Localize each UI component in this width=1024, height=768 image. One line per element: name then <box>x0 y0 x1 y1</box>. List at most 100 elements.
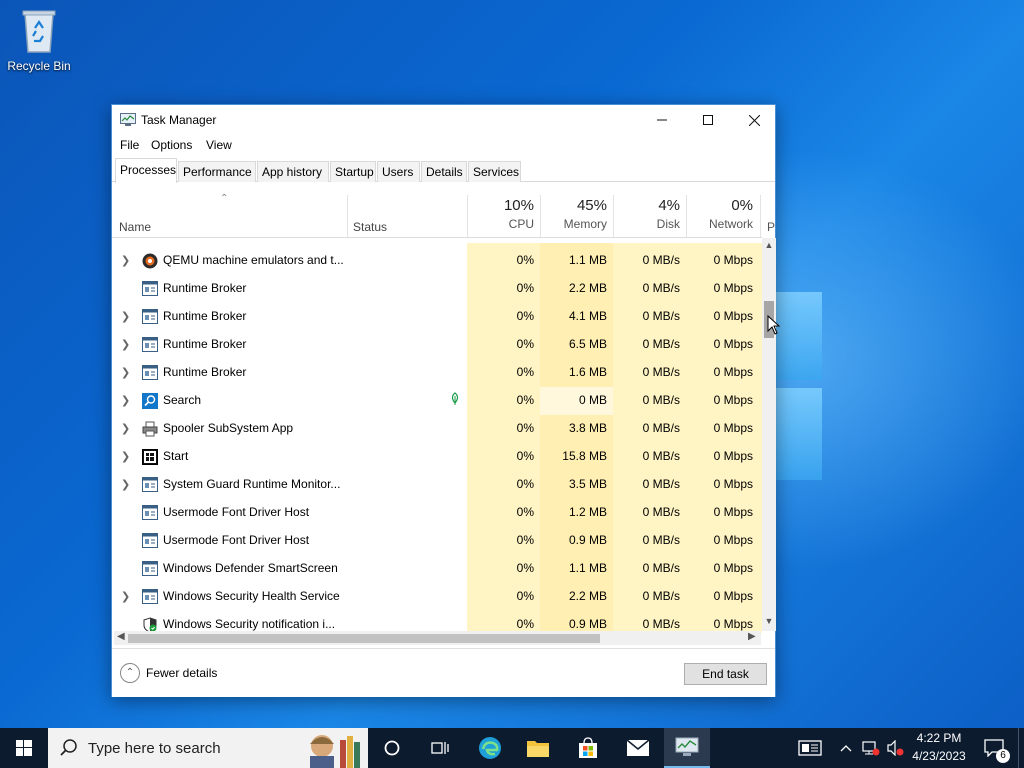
column-network[interactable]: 0% Network <box>687 197 753 231</box>
table-row[interactable]: ❯ Spooler SubSystem App 0% 3.8 MB 0 MB/s 0 Mb… <box>112 415 762 443</box>
table-row[interactable]: ❯ Windows Security Health Service 0% 2.2 MB… <box>112 583 762 611</box>
column-disk[interactable]: 4% Disk <box>614 197 680 231</box>
cpu-cell: 0% <box>516 281 534 295</box>
volume-tray-button[interactable] <box>884 728 906 768</box>
expand-chevron-icon[interactable]: ❯ <box>121 450 130 463</box>
search-icon <box>60 739 77 756</box>
expand-chevron-icon[interactable]: ❯ <box>121 590 130 603</box>
file-explorer-button[interactable] <box>516 728 560 768</box>
app-window-icon <box>142 533 158 548</box>
table-row[interactable]: Windows Security notification i... 0% 0.9 … <box>112 611 762 633</box>
app-window-icon <box>142 337 158 352</box>
table-row[interactable]: ❯ Runtime Broker 0% 1.6 MB 0 MB/s 0 Mbps <box>112 359 762 387</box>
expand-chevron-icon[interactable]: ❯ <box>121 422 130 435</box>
scroll-down-icon[interactable]: ▼ <box>762 616 776 632</box>
sort-up-icon[interactable]: ⌃ <box>220 193 228 204</box>
expand-chevron-icon[interactable]: ❯ <box>121 366 130 379</box>
expand-chevron-icon[interactable]: ❯ <box>121 254 130 267</box>
tab-app-history[interactable]: App history <box>257 161 329 182</box>
memory-cell: 1.2 MB <box>568 505 607 519</box>
memory-cell: 6.5 MB <box>568 337 607 351</box>
column-cpu[interactable]: 10% CPU <box>468 197 534 231</box>
process-name: Usermode Font Driver Host <box>163 505 310 519</box>
menu-options[interactable]: Options <box>151 138 192 152</box>
app-window-icon <box>142 589 158 604</box>
column-power-truncated[interactable]: P <box>767 220 775 234</box>
network-cell: 0 Mbps <box>713 337 753 351</box>
expand-chevron-icon[interactable]: ❯ <box>121 310 130 323</box>
table-row[interactable]: Usermode Font Driver Host 0% 0.9 MB 0 MB/s 0… <box>112 527 762 555</box>
clock-button[interactable]: 4:22 PM 4/23/2023 <box>908 731 970 763</box>
table-row[interactable]: ❯ Runtime Broker 0% 4.1 MB 0 MB/s 0 Mbps <box>112 303 762 331</box>
tab-services[interactable]: Services <box>468 161 521 182</box>
tab-startup[interactable]: Startup <box>330 161 376 182</box>
memory-label: Memory <box>563 217 607 231</box>
task-view-button[interactable] <box>418 728 462 768</box>
tab-details[interactable]: Details <box>421 161 467 182</box>
minimize-button[interactable] <box>639 105 685 135</box>
table-row[interactable]: Windows Defender SmartScreen 0% 1.1 MB 0 MB… <box>112 555 762 583</box>
memory-cell: 4.1 MB <box>568 309 607 323</box>
expand-chevron-icon[interactable]: ❯ <box>121 478 130 491</box>
cortana-button[interactable] <box>370 728 414 768</box>
task-manager-taskbar-button[interactable] <box>664 728 710 768</box>
table-row[interactable]: ❯ Search 0% 0 MB 0 MB/s 0 Mbps <box>112 387 762 415</box>
tab-performance[interactable]: Performance <box>178 161 256 182</box>
maximize-button[interactable] <box>685 105 731 135</box>
disk-cell: 0 MB/s <box>642 449 680 463</box>
memory-cell: 1.6 MB <box>568 365 607 379</box>
process-name: Windows Security notification i... <box>163 617 336 631</box>
cpu-cell: 0% <box>516 449 534 463</box>
menu-file[interactable]: File <box>120 138 139 152</box>
table-row[interactable]: ❯ System Guard Runtime Monitor... 0% 3.5 MB… <box>112 471 762 499</box>
network-tray-button[interactable] <box>860 728 882 768</box>
column-name[interactable]: Name <box>119 220 151 234</box>
scroll-right-icon[interactable]: ▶ <box>748 631 756 642</box>
mail-button[interactable] <box>616 728 660 768</box>
table-row[interactable]: ❯ Start 0% 15.8 MB 0 MB/s 0 Mbps <box>112 443 762 471</box>
horizontal-scrollbar[interactable]: ◀ ▶ <box>114 631 761 645</box>
task-manager-taskbar-icon <box>675 737 699 756</box>
menu-view[interactable]: View <box>206 138 232 152</box>
disk-percent: 4% <box>658 197 680 214</box>
disk-cell: 0 MB/s <box>642 533 680 547</box>
show-hidden-icons-button[interactable] <box>836 728 856 768</box>
table-row[interactable]: Runtime Broker 0% 2.2 MB 0 MB/s 0 Mbps <box>112 275 762 303</box>
show-desktop-button[interactable] <box>1018 728 1024 768</box>
cpu-cell: 0% <box>516 505 534 519</box>
memory-cell: 0.9 MB <box>568 617 607 631</box>
vertical-scrollbar[interactable]: ▲ ▼ <box>762 238 776 631</box>
network-label: Network <box>708 217 753 231</box>
horizontal-scroll-thumb[interactable] <box>128 634 600 643</box>
fewer-details-button[interactable]: ⌃ Fewer details <box>120 663 217 683</box>
close-button[interactable] <box>731 105 777 135</box>
scroll-left-icon[interactable]: ◀ <box>117 631 125 642</box>
recycle-bin-desktop-icon[interactable]: Recycle Bin <box>6 8 72 73</box>
taskbar-search-box[interactable]: Type here to search <box>48 728 368 768</box>
expand-chevron-icon[interactable]: ❯ <box>121 338 130 351</box>
table-row[interactable]: ❯ Runtime Broker 0% 6.5 MB 0 MB/s 0 Mbps <box>112 331 762 359</box>
cpu-cell: 0% <box>516 477 534 491</box>
end-task-button[interactable]: End task <box>684 663 767 685</box>
disk-cell: 0 MB/s <box>642 505 680 519</box>
table-row[interactable]: Usermode Font Driver Host 0% 1.2 MB 0 MB/s 0… <box>112 499 762 527</box>
microsoft-store-button[interactable] <box>566 728 610 768</box>
memory-cell: 1.1 MB <box>568 253 607 267</box>
minimize-icon <box>657 119 667 121</box>
app-window-icon <box>142 365 158 380</box>
memory-cell: 1.1 MB <box>568 561 607 575</box>
title-bar[interactable]: Task Manager <box>112 105 775 135</box>
table-row[interactable]: ❯ QEMU machine emulators and t... 0% 1.1 MB… <box>112 247 762 275</box>
column-memory[interactable]: 45% Memory <box>541 197 607 231</box>
edge-taskbar-button[interactable] <box>468 728 512 768</box>
scroll-up-icon[interactable]: ▲ <box>762 240 776 256</box>
tab-users[interactable]: Users <box>377 161 420 182</box>
start-button[interactable] <box>0 728 48 768</box>
expand-chevron-icon[interactable]: ❯ <box>121 394 130 407</box>
maximize-icon <box>703 115 713 125</box>
news-widget-button[interactable] <box>794 728 826 768</box>
cpu-cell: 0% <box>516 421 534 435</box>
action-center-button[interactable]: 6 <box>978 728 1010 768</box>
tab-processes[interactable]: Processes <box>115 158 177 183</box>
column-status[interactable]: Status <box>353 220 387 234</box>
